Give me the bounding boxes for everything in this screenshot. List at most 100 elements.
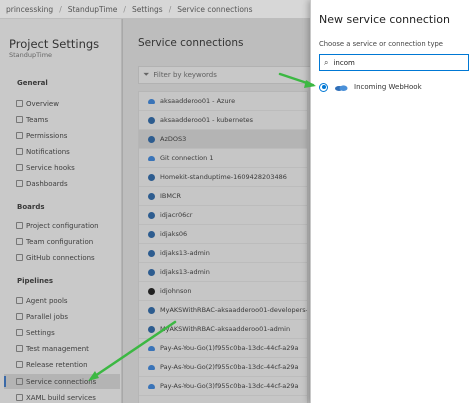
connection-name: IBMCR: [160, 192, 182, 200]
breadcrumb-separator: /: [168, 4, 172, 14]
sidebar-item-service-hooks[interactable]: Service hooks: [16, 160, 120, 175]
list-item[interactable]: Pay-As-You-Go(2)f955c0ba-13dc-44cf-a29a: [139, 358, 307, 377]
sidebar-item-permissions[interactable]: Permissions: [16, 128, 120, 143]
gear-icon: [16, 329, 23, 336]
connections-list: aksaadderoo01 - Azure aksaadderoo01 - ku…: [138, 91, 308, 403]
sidebar-item-label: Release retention: [26, 360, 88, 369]
option-incoming-webhook[interactable]: Incoming WebHook: [319, 79, 469, 95]
sidebar-item-label: XAML build services: [26, 393, 96, 402]
panel-subtitle: Choose a service or connection type: [319, 40, 443, 48]
connection-name: MyAKSWithRBAC-aksaadderoo01-admin: [160, 325, 291, 333]
list-item[interactable]: Homekit-standuptime-1609428203486: [139, 168, 307, 187]
sidebar-item-notifications[interactable]: Notifications: [16, 144, 120, 159]
list-item[interactable]: Git connection 1: [139, 149, 307, 168]
sidebar-item-label: Overview: [26, 99, 59, 108]
kubernetes-icon: [148, 268, 155, 276]
kubernetes-icon: [148, 249, 155, 257]
option-label: Incoming WebHook: [354, 83, 422, 91]
cloud-icon: [148, 155, 155, 161]
page-title: Service connections: [138, 37, 244, 49]
connection-name: Git connection 1: [160, 154, 214, 162]
sidebar-item-label: Project configuration: [26, 221, 99, 230]
kubernetes-icon: [148, 306, 155, 314]
search-icon: ⌕: [324, 57, 329, 67]
list-item[interactable]: aksaadderoo01 - Azure: [139, 92, 307, 111]
breadcrumb-project[interactable]: StandupTime: [68, 5, 118, 14]
connection-name: AzDOS3: [160, 135, 187, 143]
sidebar-item-label: Test management: [26, 344, 89, 353]
sidebar: Project Settings StandupTime General Ove…: [0, 19, 122, 403]
sidebar-item-team-configuration[interactable]: Team configuration: [16, 234, 120, 249]
list-item[interactable]: AzDOS3: [139, 130, 307, 149]
breadcrumb-separator: /: [59, 4, 62, 14]
breadcrumb-current: Service connections: [177, 4, 253, 14]
build-icon: [16, 394, 23, 401]
board-icon: [16, 222, 23, 229]
filter-input[interactable]: ⏷ Filter by keywords: [138, 66, 313, 84]
sidebar-item-parallel-jobs[interactable]: Parallel jobs: [16, 309, 120, 324]
sidebar-item-label: Service hooks: [26, 163, 75, 172]
cloud-icon: [148, 383, 155, 389]
github-icon: [148, 287, 155, 295]
sidebar-item-project-configuration[interactable]: Project configuration: [16, 218, 120, 233]
list-item[interactable]: idjaks13-admin: [139, 244, 307, 263]
list-item[interactable]: idjohnson: [139, 282, 307, 301]
sidebar-item-label: Teams: [26, 115, 49, 124]
connection-name: aksaadderoo01 - Azure: [160, 97, 236, 105]
parallel-icon: [16, 313, 23, 320]
sidebar-item-github-connections[interactable]: GitHub connections: [16, 250, 120, 265]
connection-name: idjacr06cr: [160, 211, 193, 219]
sidebar-item-label: Notifications: [26, 147, 70, 156]
list-item[interactable]: aksaadderoo01 - kubernetes: [139, 111, 307, 130]
sidebar-item-settings[interactable]: Settings: [16, 325, 120, 340]
list-item[interactable]: Pay-As-You-Go(1)f955c0ba-13dc-44cf-a29a: [139, 339, 307, 358]
connection-name: Homekit-standuptime-1609428203486: [160, 173, 287, 181]
sidebar-item-label: Parallel jobs: [26, 312, 69, 321]
kubernetes-icon: [148, 230, 155, 238]
connection-name: idjohnson: [160, 287, 192, 295]
list-item[interactable]: MyAKSWithRBAC-aksaadderoo01-developers-: [139, 301, 307, 320]
list-item[interactable]: idjaks06: [139, 225, 307, 244]
connection-name: Pay-As-You-Go(1)f955c0ba-13dc-44cf-a29a: [160, 344, 299, 352]
test-icon: [16, 345, 23, 352]
sidebar-item-label: Dashboards: [26, 179, 68, 188]
people-icon: [16, 116, 23, 123]
registry-icon: [148, 192, 155, 200]
hook-icon: [16, 164, 23, 171]
radio-selected-icon[interactable]: [319, 82, 328, 92]
cloud-icon: [148, 98, 155, 104]
kubernetes-icon: [148, 173, 155, 181]
group-boards: Boards: [17, 203, 45, 211]
cloud-icon: [335, 84, 348, 91]
breadcrumb-settings[interactable]: Settings: [132, 5, 163, 14]
list-item[interactable]: idjaks13-admin: [139, 263, 307, 282]
sidebar-item-overview[interactable]: Overview: [16, 96, 120, 111]
sidebar-item-xaml-build-services[interactable]: XAML build services: [16, 390, 120, 403]
list-item[interactable]: Pay-As-You-Go(3)f955c0ba-13dc-44cf-a29a: [139, 377, 307, 396]
connection-name: Pay-As-You-Go(3)f955c0ba-13dc-44cf-a29a: [160, 382, 299, 390]
chat-icon: [16, 148, 23, 155]
sidebar-item-service-connections[interactable]: Service connections: [4, 374, 120, 389]
sidebar-item-dashboards[interactable]: Dashboards: [16, 176, 120, 191]
list-item[interactable]: MyAKSWithRBAC-aksaadderoo01-admin: [139, 320, 307, 339]
connection-type-search-input[interactable]: ⌕ incom: [319, 54, 469, 71]
panel-title: New service connection: [319, 13, 450, 26]
list-item[interactable]: idjacr06cr: [139, 206, 307, 225]
sidebar-item-label: Agent pools: [26, 296, 68, 305]
agent-icon: [16, 297, 23, 304]
lock-icon: [16, 132, 23, 139]
sidebar-item-teams[interactable]: Teams: [16, 112, 120, 127]
connection-name: idjaks13-admin: [160, 249, 210, 257]
connection-name: Pay-As-You-Go(2)f955c0ba-13dc-44cf-a29a: [160, 363, 299, 371]
connection-name: idjaks06: [160, 230, 188, 238]
list-item[interactable]: IBMCR: [139, 187, 307, 206]
sidebar-title: Project Settings: [9, 37, 100, 51]
sidebar-item-test-management[interactable]: Test management: [16, 341, 120, 356]
sidebar-item-release-retention[interactable]: Release retention: [16, 357, 120, 372]
breadcrumb-org[interactable]: princessking: [6, 5, 53, 14]
dashboard-icon: [16, 180, 23, 187]
breadcrumb-separator: /: [123, 4, 126, 14]
sidebar-item-agent-pools[interactable]: Agent pools: [16, 293, 120, 308]
sidebar-item-label: Team configuration: [26, 237, 94, 246]
cloud-icon: [148, 345, 155, 351]
